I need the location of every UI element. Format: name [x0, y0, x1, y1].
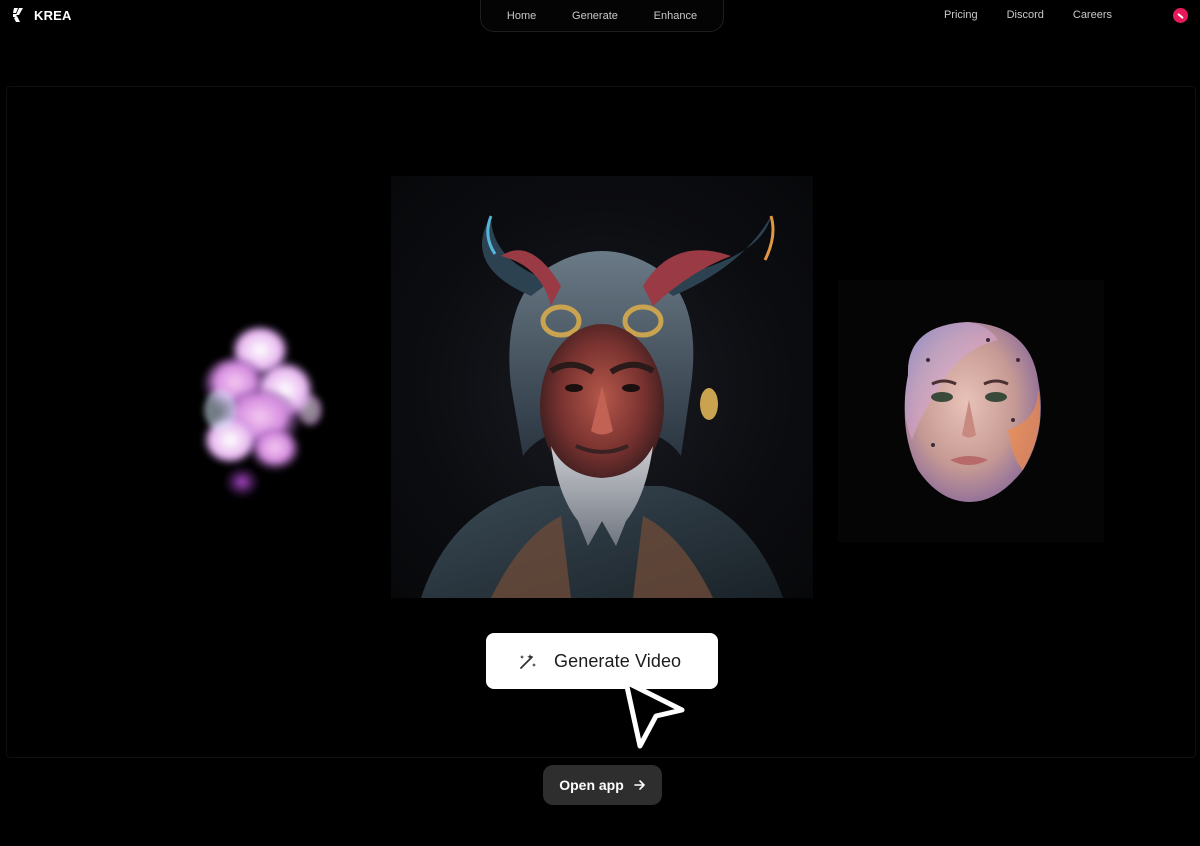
smoke-image [180, 310, 340, 510]
arrow-right-icon [633, 780, 645, 790]
nav-generate[interactable]: Generate [572, 10, 618, 22]
horned-warrior-portrait [391, 176, 813, 598]
nav-home[interactable]: Home [507, 10, 536, 22]
nav-discord[interactable]: Discord [1007, 9, 1044, 21]
pointer-cursor-icon [623, 679, 685, 749]
brand-logo[interactable]: KREA [12, 7, 72, 23]
primary-nav: Home Generate Enhance [480, 0, 724, 32]
painted-face-image [838, 280, 1104, 542]
generate-video-label: Generate Video [554, 650, 682, 671]
open-app-label: Open app [559, 777, 624, 793]
nav-careers[interactable]: Careers [1073, 9, 1112, 21]
nav-enhance[interactable]: Enhance [654, 10, 697, 22]
avatar-mark-icon [1177, 12, 1184, 19]
magic-wand-icon [520, 654, 536, 669]
open-app-button[interactable]: Open app [543, 765, 662, 805]
secondary-nav: Pricing Discord Careers [944, 9, 1112, 21]
user-avatar[interactable] [1173, 8, 1188, 23]
krea-logo-icon [13, 8, 23, 22]
nav-pricing[interactable]: Pricing [944, 9, 978, 21]
top-navigation-bar: KREA Home Generate Enhance Pricing Disco… [0, 0, 1200, 34]
brand-name: KREA [34, 7, 72, 23]
